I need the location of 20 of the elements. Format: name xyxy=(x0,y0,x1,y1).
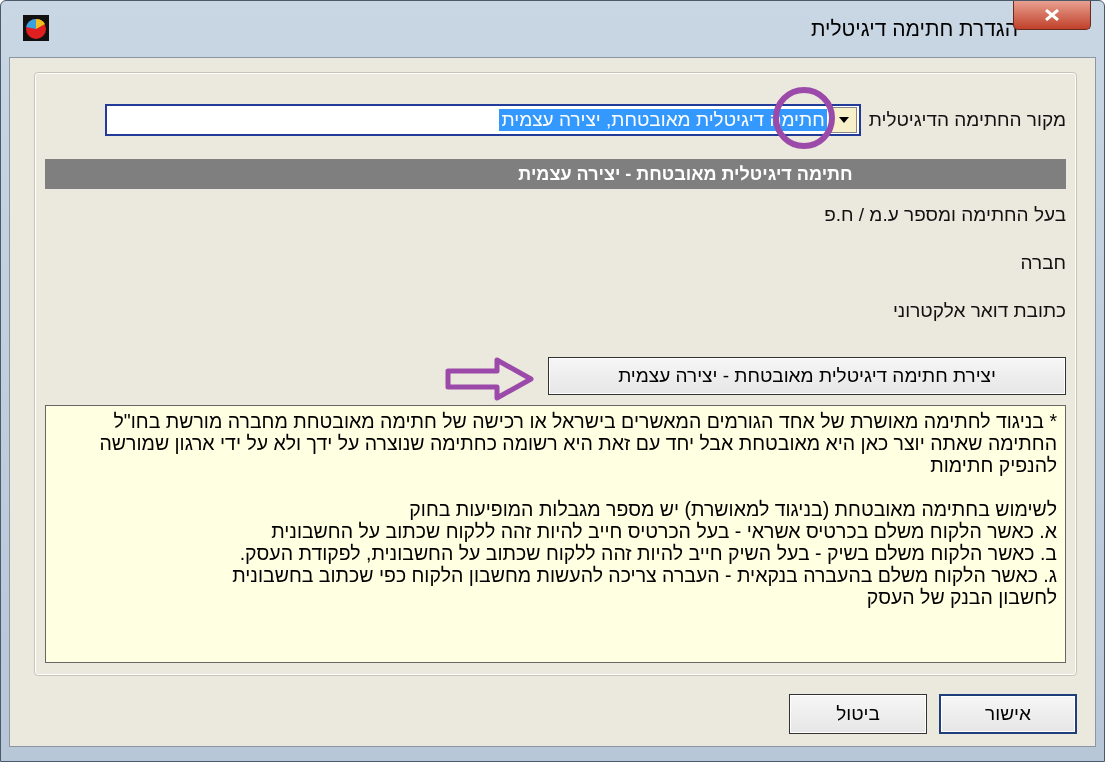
field-label: מקור החתימה הדיגיטלית xyxy=(868,109,1066,131)
annotation-circle xyxy=(773,87,835,149)
note-line: א. כאשר הלקוח משלם בכרטיס אשראי - בעל הכרטיס חייב להיות זהה ללקוח שכתוב על החשבונית xyxy=(270,520,1057,542)
note-line: ג. כאשר הלקוח משלם בהעברה בנקאית - העברה צריכה להעשות מחשבון הלקוח כפי שכתוב בחשבונית xyxy=(231,564,1057,586)
field-label: בעל החתימה ומספר ע.מ / ח.פ xyxy=(824,204,1066,226)
create-signature-button[interactable]: יצירת חתימה דיגיטלית מאובטחת - יצירה עצמית xyxy=(548,357,1066,395)
close-icon xyxy=(1045,9,1059,21)
annotation-arrow-icon xyxy=(445,357,535,401)
section-header: חתימה דיגיטלית מאובטחת - יצירה עצמית xyxy=(45,159,1066,189)
note-line: ב. כאשר הלקוח משלם בשיק - בעל השיק חייב להיות זהה ללקוח שכתוב על החשבונית, לפקודת העסק. xyxy=(238,542,1057,564)
app-logo-icon xyxy=(23,15,49,41)
note-line: לשימוש בחתימה מאובטחת (בניגוד למאושרת) יש מספר מגבלות המופיעות בחוק xyxy=(408,498,1057,520)
ok-button[interactable]: אישור xyxy=(939,694,1077,734)
note-paragraph: * בניגוד לחתימה מאושרת של אחד הגורמים המאשרים בישראל או רכישה של חתימה מאובטחת מחברה מורשת בחו"ל החתימה שאתה יוצר כאן היא מאובטחת אבל יחד עם זאת היא רשומה כחתימה שנוצרה על ידך ולא על ידי ארגון שמורשה להנפיק חתימות xyxy=(98,410,1057,476)
field-label: חברה xyxy=(1020,252,1066,274)
caret-icon xyxy=(838,117,849,123)
note-line: לחשבון הבנק של העסק xyxy=(865,586,1057,608)
cancel-button[interactable]: ביטול xyxy=(789,694,927,734)
field-label: כתובת דואר אלקטרוני xyxy=(892,300,1066,322)
window-title: הגדרת חתימה דיגיטלית xyxy=(810,17,1019,41)
